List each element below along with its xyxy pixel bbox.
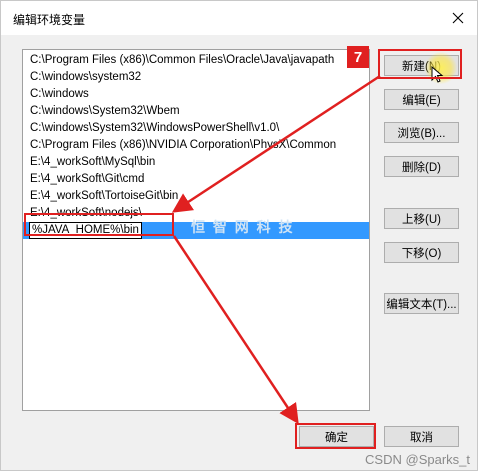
arrow-to-new-entry bbox=[171, 74, 381, 213]
arrow-to-ok bbox=[172, 235, 299, 425]
credit-text: CSDN @Sparks_t bbox=[365, 452, 470, 467]
annotation-arrows bbox=[171, 74, 381, 425]
